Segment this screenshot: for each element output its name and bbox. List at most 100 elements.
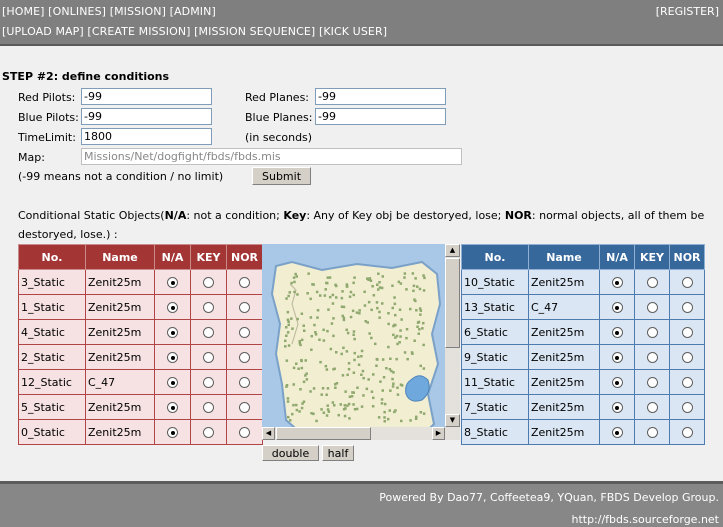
cell-radio-na — [599, 394, 635, 420]
red-radio-nor[interactable] — [239, 352, 250, 363]
cell-object-no: 13_Static — [461, 294, 529, 320]
blue-radio-na[interactable] — [611, 277, 623, 288]
scroll-down-arrow-icon[interactable]: ▼ — [445, 414, 460, 427]
blue-radio-na[interactable] — [611, 327, 623, 338]
red-radio-nor[interactable] — [239, 302, 250, 313]
main-nav: [HOME] [ONLINES] [MISSION] [ADMIN] — [2, 5, 216, 18]
submit-button[interactable]: Submit — [252, 167, 311, 185]
admin-nav: [UPLOAD MAP] [CREATE MISSION] [MISSION S… — [2, 25, 387, 38]
red-radio-na[interactable] — [167, 277, 178, 288]
nor-keyword: NOR — [504, 209, 532, 222]
cell-object-no: 2_Static — [18, 344, 86, 370]
blue-radio-key[interactable] — [646, 402, 658, 413]
red-radio-nor[interactable] — [239, 427, 250, 438]
map-image — [262, 244, 460, 440]
map-preview[interactable] — [262, 244, 460, 440]
red-radio-na[interactable] — [167, 427, 178, 438]
table-header-row: No. Name N/A KEY NOR — [18, 244, 263, 270]
blue-radio-na[interactable] — [611, 302, 623, 313]
cell-object-name: Zenit25m — [85, 419, 155, 445]
blue-radio-nor[interactable] — [681, 352, 693, 363]
map-vertical-scrollbar[interactable]: ▲ ▼ — [445, 244, 460, 440]
red-pilots-input[interactable] — [81, 88, 212, 105]
scroll-left-arrow-icon[interactable]: ◀ — [262, 427, 275, 440]
red-radio-na[interactable] — [167, 327, 178, 338]
zoom-half-button[interactable]: half — [322, 445, 354, 461]
blue-radio-key[interactable] — [646, 302, 658, 313]
red-radio-key[interactable] — [203, 377, 214, 388]
map-horizontal-scrollbar[interactable]: ◀ ▶ — [262, 427, 445, 440]
red-radio-na[interactable] — [167, 377, 178, 388]
na-keyword: N/A — [164, 209, 187, 222]
blue-radio-nor[interactable] — [681, 427, 693, 438]
blue-radio-key[interactable] — [646, 352, 658, 363]
nav-mission-link[interactable]: [MISSION] — [110, 5, 166, 18]
blue-radio-nor[interactable] — [681, 302, 693, 313]
footer-url-link[interactable]: http://fbds.sourceforge.net — [571, 513, 719, 526]
blue-radio-nor[interactable] — [681, 277, 693, 288]
table-row: 9_Static Zenit25m — [461, 344, 705, 370]
cell-radio-key — [190, 269, 227, 295]
red-radio-key[interactable] — [203, 402, 214, 413]
blue-pilots-input[interactable] — [81, 108, 212, 125]
table-row: 8_Static Zenit25m — [461, 419, 705, 445]
nav-home-link[interactable]: [HOME] — [2, 5, 45, 18]
blue-planes-input[interactable] — [315, 108, 446, 125]
red-radio-nor[interactable] — [239, 327, 250, 338]
red-planes-input[interactable] — [315, 88, 446, 105]
red-radio-nor[interactable] — [239, 277, 250, 288]
cell-radio-nor — [226, 394, 263, 420]
step-title: STEP #2: define conditions — [2, 70, 170, 83]
blue-radio-key[interactable] — [646, 327, 658, 338]
nav-onlines-link[interactable]: [ONLINES] — [48, 5, 106, 18]
red-planes-label: Red Planes: — [245, 91, 310, 104]
map-label: Map: — [18, 151, 45, 164]
na-description: : not a condition; — [186, 209, 284, 222]
blue-radio-na[interactable] — [611, 352, 623, 363]
blue-radio-nor[interactable] — [681, 402, 693, 413]
key-description: : Any of Key obj be destoryed, lose; — [306, 209, 505, 222]
timelimit-input[interactable] — [81, 128, 212, 145]
red-radio-key[interactable] — [203, 327, 214, 338]
blue-radio-key[interactable] — [646, 427, 658, 438]
cell-radio-na — [154, 294, 191, 320]
seconds-note: (in seconds) — [245, 131, 313, 144]
nav-mission-sequence-link[interactable]: [MISSION SEQUENCE] — [194, 25, 315, 38]
red-radio-nor[interactable] — [239, 377, 250, 388]
red-radio-na[interactable] — [167, 352, 178, 363]
blue-radio-na[interactable] — [611, 402, 623, 413]
scroll-up-arrow-icon[interactable]: ▲ — [445, 244, 460, 257]
red-radio-nor[interactable] — [239, 402, 250, 413]
map-path-input — [81, 148, 462, 165]
cell-object-no: 6_Static — [461, 319, 529, 345]
blue-radio-nor[interactable] — [681, 327, 693, 338]
nav-upload-map-link[interactable]: [UPLOAD MAP] — [2, 25, 84, 38]
cell-object-no: 10_Static — [461, 269, 529, 295]
blue-radio-key[interactable] — [646, 377, 658, 388]
red-radio-key[interactable] — [203, 427, 214, 438]
nav-register-link[interactable]: [REGISTER] — [656, 5, 719, 18]
red-radio-key[interactable] — [203, 352, 214, 363]
scroll-right-arrow-icon[interactable]: ▶ — [432, 427, 445, 440]
nav-admin-link[interactable]: [ADMIN] — [170, 5, 216, 18]
red-radio-key[interactable] — [203, 302, 214, 313]
nav-create-mission-link[interactable]: [CREATE MISSION] — [87, 25, 190, 38]
blue-radio-key[interactable] — [646, 277, 658, 288]
nav-kick-user-link[interactable]: [KICK USER] — [319, 25, 387, 38]
red-radio-na[interactable] — [167, 302, 178, 313]
red-radio-na[interactable] — [167, 402, 178, 413]
no-limit-note: (-99 means not a condition / no limit) — [18, 170, 224, 183]
blue-radio-na[interactable] — [611, 377, 623, 388]
footer: Powered By Dao77, Coffeetea9, YQuan, FBD… — [0, 481, 723, 527]
red-radio-key[interactable] — [203, 277, 214, 288]
zoom-double-button[interactable]: double — [262, 445, 319, 461]
cell-radio-nor — [226, 294, 263, 320]
blue-table-body: 10_Static Zenit25m 13_Static C_47 6_Static Ze… — [461, 269, 705, 445]
horizontal-scroll-thumb[interactable] — [276, 427, 371, 440]
blue-radio-nor[interactable] — [681, 377, 693, 388]
cell-object-no: 5_Static — [18, 394, 86, 420]
cell-object-name: Zenit25m — [85, 319, 155, 345]
blue-radio-na[interactable] — [611, 427, 623, 438]
vertical-scroll-thumb[interactable] — [445, 258, 460, 348]
table-row: 2_Static Zenit25m — [18, 344, 263, 370]
